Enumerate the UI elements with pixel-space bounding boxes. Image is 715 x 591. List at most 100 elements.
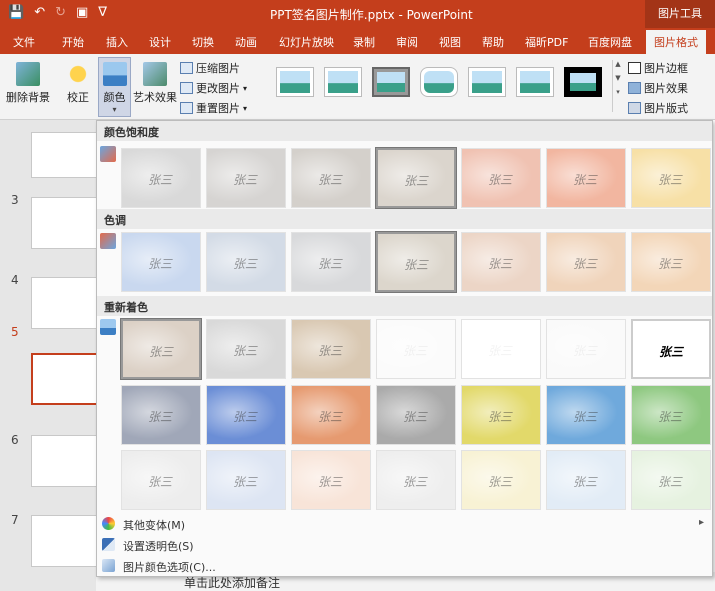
picture-style-4[interactable]	[420, 67, 458, 97]
recolor-tile[interactable]: 张三	[546, 385, 626, 445]
recolor-tile[interactable]: 张三	[120, 318, 202, 380]
remove-background-icon	[16, 62, 40, 86]
picture-style-5[interactable]	[468, 67, 506, 97]
tone-tile[interactable]: 张三	[291, 232, 371, 292]
recolor-tile[interactable]: 张三	[291, 450, 371, 510]
tab-design[interactable]: 设计	[149, 34, 171, 50]
recolor-tile[interactable]: 张三	[121, 385, 201, 445]
recolor-tile[interactable]: 张三	[546, 450, 626, 510]
saturation-tile[interactable]: 张三	[631, 148, 711, 208]
tone-icon	[100, 233, 116, 249]
menu-picture-color-options[interactable]: 图片颜色选项(C)...	[97, 556, 712, 576]
saturation-tile[interactable]: 张三	[291, 148, 371, 208]
recolor-tile[interactable]: 张三	[121, 450, 201, 510]
tone-tile[interactable]: 张三	[631, 232, 711, 292]
tone-tile[interactable]: 张三	[121, 232, 201, 292]
signature-preview: 张三	[318, 475, 343, 489]
recolor-tile[interactable]: 张三	[376, 319, 456, 379]
picture-border-button[interactable]: 图片边框	[628, 60, 688, 76]
slide-number: 6	[11, 433, 19, 447]
slide-thumbnail-2[interactable]	[31, 132, 99, 178]
compress-pictures-button[interactable]: 压缩图片	[180, 60, 240, 76]
saturation-tile[interactable]: 张三	[546, 148, 626, 208]
slide-thumbnail-3[interactable]	[31, 197, 99, 249]
tab-home[interactable]: 开始	[62, 34, 84, 50]
recolor-tile[interactable]: 张三	[206, 450, 286, 510]
tone-tile[interactable]: 张三	[206, 232, 286, 292]
tab-review[interactable]: 审阅	[396, 34, 418, 50]
recolor-tile[interactable]: 张三	[546, 319, 626, 379]
signature-preview: 张三	[403, 344, 428, 358]
gallery-scrollbar[interactable]: ▲ ▼ ▾	[612, 60, 623, 112]
recolor-tile[interactable]: 张三	[461, 385, 541, 445]
tab-baidu-netdisk[interactable]: 百度网盘	[588, 34, 632, 50]
redo-icon[interactable]: ↻	[55, 5, 66, 20]
signature-preview: 张三	[233, 344, 258, 358]
picture-style-3[interactable]	[372, 67, 410, 97]
recolor-tile[interactable]: 张三	[376, 450, 456, 510]
picture-style-2[interactable]	[324, 67, 362, 97]
slide-thumbnail-4[interactable]	[31, 277, 99, 329]
recolor-tile[interactable]: 张三	[631, 450, 711, 510]
presenter-icon[interactable]: ▣	[76, 5, 88, 20]
picture-style-1[interactable]	[276, 67, 314, 97]
tab-insert[interactable]: 插入	[106, 34, 128, 50]
picture-style-7[interactable]	[564, 67, 602, 97]
picture-style-6[interactable]	[516, 67, 554, 97]
reset-picture-icon	[180, 102, 193, 114]
tab-transitions[interactable]: 切换	[192, 34, 214, 50]
recolor-tile[interactable]: 张三	[461, 450, 541, 510]
tone-tile[interactable]: 张三	[375, 231, 457, 293]
signature-preview: 张三	[488, 410, 513, 424]
slide-number: 7	[11, 513, 19, 527]
remove-background-button[interactable]: 删除背景	[6, 62, 50, 105]
recolor-tile[interactable]: 张三	[631, 319, 711, 379]
reset-picture-button[interactable]: 重置图片 ▾	[180, 100, 247, 116]
menu-set-transparent-color[interactable]: 设置透明色(S)	[97, 535, 712, 555]
saturation-tile[interactable]: 张三	[461, 148, 541, 208]
menu-more-variants[interactable]: 其他变体(M) ▸	[97, 514, 712, 534]
section-header-tone: 色调	[97, 209, 712, 229]
change-picture-button[interactable]: 更改图片 ▾	[180, 80, 247, 96]
saturation-tile[interactable]: 张三	[121, 148, 201, 208]
color-button[interactable]: 颜色 ▾	[98, 57, 131, 117]
gallery-more-icon[interactable]: ▾	[613, 88, 623, 96]
customize-qat-icon[interactable]: ∇	[98, 5, 107, 20]
signature-preview: 张三	[148, 475, 173, 489]
recolor-tile[interactable]: 张三	[461, 319, 541, 379]
undo-icon[interactable]: ↶	[34, 5, 45, 20]
recolor-tile[interactable]: 张三	[376, 385, 456, 445]
tab-record[interactable]: 录制	[353, 34, 375, 50]
recolor-tile[interactable]: 张三	[631, 385, 711, 445]
signature-preview: 张三	[573, 410, 598, 424]
artistic-effects-button[interactable]: 艺术效果	[133, 62, 177, 105]
signature-preview: 张三	[488, 173, 513, 187]
tab-animations[interactable]: 动画	[235, 34, 257, 50]
recolor-tile[interactable]: 张三	[206, 319, 286, 379]
slide-thumbnail-5[interactable]	[31, 353, 99, 405]
palette-icon	[102, 517, 115, 530]
gallery-scroll-up-icon[interactable]: ▲	[613, 60, 623, 68]
tone-tile[interactable]: 张三	[461, 232, 541, 292]
slide-thumbnail-6[interactable]	[31, 435, 99, 487]
tab-view[interactable]: 视图	[439, 34, 461, 50]
recolor-tile[interactable]: 张三	[291, 319, 371, 379]
picture-effects-button[interactable]: 图片效果	[628, 80, 688, 96]
recolor-tile[interactable]: 张三	[206, 385, 286, 445]
tab-picture-format[interactable]: 图片格式	[646, 30, 706, 54]
signature-preview: 张三	[233, 475, 258, 489]
saturation-tile[interactable]: 张三	[375, 147, 457, 209]
signature-preview: 张三	[488, 475, 513, 489]
tab-file[interactable]: 文件	[13, 34, 35, 50]
tone-tile[interactable]: 张三	[546, 232, 626, 292]
tab-slideshow[interactable]: 幻灯片放映	[279, 34, 334, 50]
slide-thumbnail-7[interactable]	[31, 515, 99, 567]
tab-foxit-pdf[interactable]: 福昕PDF	[525, 34, 568, 50]
recolor-tile[interactable]: 张三	[291, 385, 371, 445]
saturation-tile[interactable]: 张三	[206, 148, 286, 208]
picture-layout-button[interactable]: 图片版式	[628, 100, 688, 116]
corrections-button[interactable]: 校正	[63, 62, 93, 105]
gallery-scroll-down-icon[interactable]: ▼	[613, 74, 623, 82]
save-icon[interactable]: 💾	[8, 5, 24, 20]
tab-help[interactable]: 帮助	[482, 34, 504, 50]
